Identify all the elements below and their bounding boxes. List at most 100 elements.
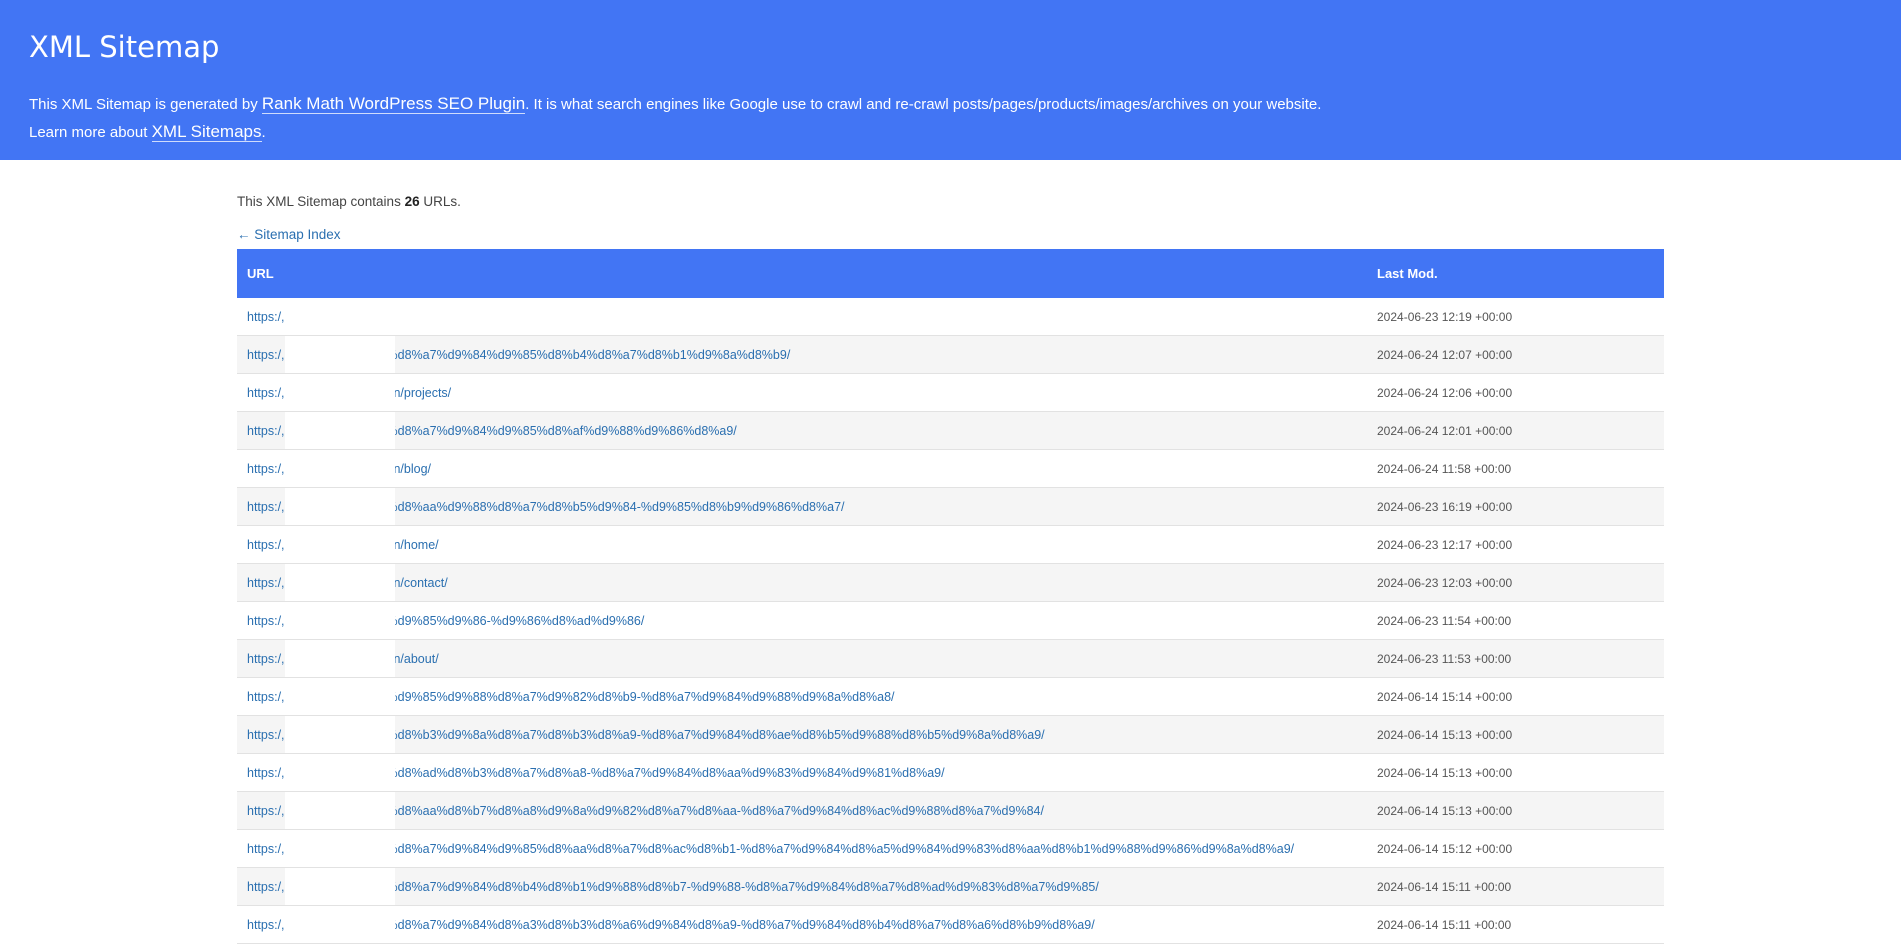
url-path: %d8%a7%d9%84%d9%85%d8%b4%d8%a7%d8%b1%d9%… bbox=[386, 347, 791, 362]
table-row: https:/, en/about/2024-06-23 11:53 +00:00 bbox=[237, 639, 1664, 678]
redaction-mask bbox=[285, 374, 395, 411]
url-prefix: https:/, bbox=[247, 537, 285, 552]
url-path: %d8%a7%d9%84%d8%b4%d8%b1%d9%88%d8%b7-%d9… bbox=[386, 879, 1099, 894]
redaction-mask bbox=[285, 754, 395, 791]
table-row: https:/, %d8%a7%d9%84%d9%85%d8%af%d9%88%d… bbox=[237, 411, 1664, 450]
xml-sitemaps-link[interactable]: XML Sitemaps bbox=[151, 122, 262, 142]
redaction-mask bbox=[285, 450, 395, 487]
redaction-mask bbox=[285, 298, 395, 335]
rank-math-plugin-link[interactable]: Rank Math WordPress SEO Plugin bbox=[261, 94, 526, 114]
table-row: https:/, en/projects/2024-06-24 12:06 +00… bbox=[237, 373, 1664, 412]
url-cell: https:/, %d8%a7%d9%84%d8%b4%d8%b1%d9%88%d… bbox=[237, 867, 1367, 906]
lastmod-cell: 2024-06-23 12:03 +00:00 bbox=[1367, 563, 1664, 602]
page-title: XML Sitemap bbox=[29, 30, 220, 64]
url-prefix: https:/, bbox=[247, 499, 285, 514]
redaction-mask bbox=[285, 716, 395, 753]
lastmod-cell: 2024-06-14 15:11 +00:00 bbox=[1367, 905, 1664, 944]
table-row: https:/, en/home/2024-06-23 12:17 +00:00 bbox=[237, 525, 1664, 564]
learn-text-after: . bbox=[261, 124, 266, 141]
url-link[interactable]: https:/, %d8%a7%d9%84%d9%85%d8%aa%d8%a7%d… bbox=[247, 842, 1294, 856]
redaction-mask bbox=[285, 602, 395, 639]
url-path: en/contact/ bbox=[386, 575, 448, 590]
lastmod-cell: 2024-06-23 16:19 +00:00 bbox=[1367, 487, 1664, 526]
url-path: %d8%aa%d9%88%d8%a7%d8%b5%d9%84-%d9%85%d8… bbox=[386, 499, 845, 514]
lastmod-cell: 2024-06-14 15:13 +00:00 bbox=[1367, 715, 1664, 754]
count-text-before: This XML Sitemap contains bbox=[237, 194, 405, 209]
url-path: %d8%a7%d9%84%d9%85%d8%aa%d8%a7%d8%ac%d8%… bbox=[386, 841, 1295, 856]
url-cell: https:/, %d8%aa%d9%88%d8%a7%d8%b5%d9%84-%… bbox=[237, 487, 1367, 526]
url-cell: https:/, %d9%85%d9%86-%d9%86%d8%ad%d9%86/ bbox=[237, 601, 1367, 640]
lastmod-cell: 2024-06-24 11:58 +00:00 bbox=[1367, 449, 1664, 488]
url-prefix: https:/, bbox=[247, 727, 285, 742]
lastmod-cell: 2024-06-23 11:53 +00:00 bbox=[1367, 639, 1664, 678]
url-cell: https:/, en/home/ bbox=[237, 525, 1367, 564]
url-prefix: https:/, bbox=[247, 575, 285, 590]
url-cell: https:/, %d8%b3%d9%8a%d8%a7%d8%b3%d8%a9-%… bbox=[237, 715, 1367, 754]
table-row: https:/, en/contact/2024-06-23 12:03 +00:… bbox=[237, 563, 1664, 602]
url-prefix: https:/, bbox=[247, 879, 285, 894]
url-cell: https:/, en/projects/ bbox=[237, 373, 1367, 412]
url-cell: https:/, %d8%ad%d8%b3%d8%a7%d8%a8-%d8%a7%… bbox=[237, 753, 1367, 792]
desc-text-after: . It is what search engines like Google … bbox=[525, 96, 1322, 113]
url-prefix: https:/, bbox=[247, 309, 285, 324]
redaction-mask bbox=[285, 336, 395, 373]
url-prefix: https:/, bbox=[247, 385, 285, 400]
lastmod-cell: 2024-06-23 12:19 +00:00 bbox=[1367, 298, 1664, 336]
url-prefix: https:/, bbox=[247, 765, 285, 780]
url-cell: https:/, bbox=[237, 298, 1367, 336]
desc-text-before: This XML Sitemap is generated by bbox=[29, 96, 262, 113]
redaction-mask bbox=[285, 868, 395, 905]
sitemap-table: URL Last Mod. https:/, 2024-06-23 12:19 +… bbox=[237, 249, 1664, 944]
url-path: %d8%a7%d9%84%d8%a3%d8%b3%d8%a6%d9%84%d8%… bbox=[386, 917, 1095, 932]
url-path: %d8%a7%d9%84%d9%85%d8%af%d9%88%d9%86%d8%… bbox=[386, 423, 737, 438]
url-path: %d9%85%d9%86-%d9%86%d8%ad%d9%86/ bbox=[386, 613, 645, 628]
lastmod-cell: 2024-06-24 12:07 +00:00 bbox=[1367, 335, 1664, 374]
table-row: https:/, %d8%a7%d9%84%d8%a3%d8%b3%d8%a6%d… bbox=[237, 905, 1664, 944]
table-header-row: URL Last Mod. bbox=[237, 249, 1664, 298]
table-row: https:/, %d8%b3%d9%8a%d8%a7%d8%b3%d8%a9-%… bbox=[237, 715, 1664, 754]
table-row: https:/, %d8%a7%d9%84%d8%b4%d8%b1%d9%88%d… bbox=[237, 867, 1664, 906]
lastmod-cell: 2024-06-14 15:11 +00:00 bbox=[1367, 867, 1664, 906]
table-row: https:/, %d8%aa%d8%b7%d8%a8%d9%8a%d9%82%d… bbox=[237, 791, 1664, 830]
url-path: %d8%aa%d8%b7%d8%a8%d9%8a%d9%82%d8%a7%d8%… bbox=[386, 803, 1044, 818]
url-prefix: https:/, bbox=[247, 347, 285, 362]
lastmod-cell: 2024-06-23 12:17 +00:00 bbox=[1367, 525, 1664, 564]
url-cell: https:/, %d9%85%d9%88%d8%a7%d9%82%d8%b9-%… bbox=[237, 677, 1367, 716]
url-cell: https:/, en/contact/ bbox=[237, 563, 1367, 602]
url-prefix: https:/, bbox=[247, 423, 285, 438]
url-cell: https:/, en/about/ bbox=[237, 639, 1367, 678]
sitemap-index-link[interactable]: ← Sitemap Index bbox=[237, 227, 341, 242]
table-row: https:/, en/blog/2024-06-24 11:58 +00:00 bbox=[237, 449, 1664, 488]
lastmod-cell: 2024-06-23 11:54 +00:00 bbox=[1367, 601, 1664, 640]
redaction-mask bbox=[285, 412, 395, 449]
url-prefix: https:/, bbox=[247, 613, 285, 628]
url-prefix: https:/, bbox=[247, 841, 285, 856]
lastmod-cell: 2024-06-14 15:13 +00:00 bbox=[1367, 791, 1664, 830]
redaction-mask bbox=[285, 792, 395, 829]
redaction-mask bbox=[285, 526, 395, 563]
redaction-mask bbox=[285, 678, 395, 715]
url-cell: https:/, en/blog/ bbox=[237, 449, 1367, 488]
url-prefix: https:/, bbox=[247, 461, 285, 476]
column-header-url[interactable]: URL bbox=[237, 249, 1367, 298]
url-cell: https:/, %d8%a7%d9%84%d9%85%d8%af%d9%88%d… bbox=[237, 411, 1367, 450]
lastmod-cell: 2024-06-24 12:06 +00:00 bbox=[1367, 373, 1664, 412]
lastmod-cell: 2024-06-14 15:14 +00:00 bbox=[1367, 677, 1664, 716]
redaction-mask bbox=[285, 564, 395, 601]
header-description: This XML Sitemap is generated by Rank Ma… bbox=[29, 90, 1872, 146]
url-prefix: https:/, bbox=[247, 651, 285, 666]
table-row: https:/, %d8%ad%d8%b3%d8%a7%d8%a8-%d8%a7%… bbox=[237, 753, 1664, 792]
lastmod-cell: 2024-06-14 15:13 +00:00 bbox=[1367, 753, 1664, 792]
table-row: https:/, 2024-06-23 12:19 +00:00 bbox=[237, 298, 1664, 336]
url-path: %d9%85%d9%88%d8%a7%d9%82%d8%b9-%d8%a7%d9… bbox=[386, 689, 895, 704]
main-content: This XML Sitemap contains 26 URLs. ← Sit… bbox=[237, 160, 1664, 944]
redaction-mask bbox=[285, 640, 395, 677]
lastmod-cell: 2024-06-24 12:01 +00:00 bbox=[1367, 411, 1664, 450]
redaction-mask bbox=[285, 906, 395, 943]
column-header-lastmod[interactable]: Last Mod. bbox=[1367, 249, 1664, 298]
table-row: https:/, %d9%85%d9%88%d8%a7%d9%82%d8%b9-%… bbox=[237, 677, 1664, 716]
url-cell: https:/, %d8%aa%d8%b7%d8%a8%d9%8a%d9%82%d… bbox=[237, 791, 1367, 830]
page-header: XML Sitemap This XML Sitemap is generate… bbox=[0, 0, 1901, 160]
url-path: %d8%b3%d9%8a%d8%a7%d8%b3%d8%a9-%d8%a7%d9… bbox=[386, 727, 1045, 742]
url-path: en/projects/ bbox=[386, 385, 452, 400]
